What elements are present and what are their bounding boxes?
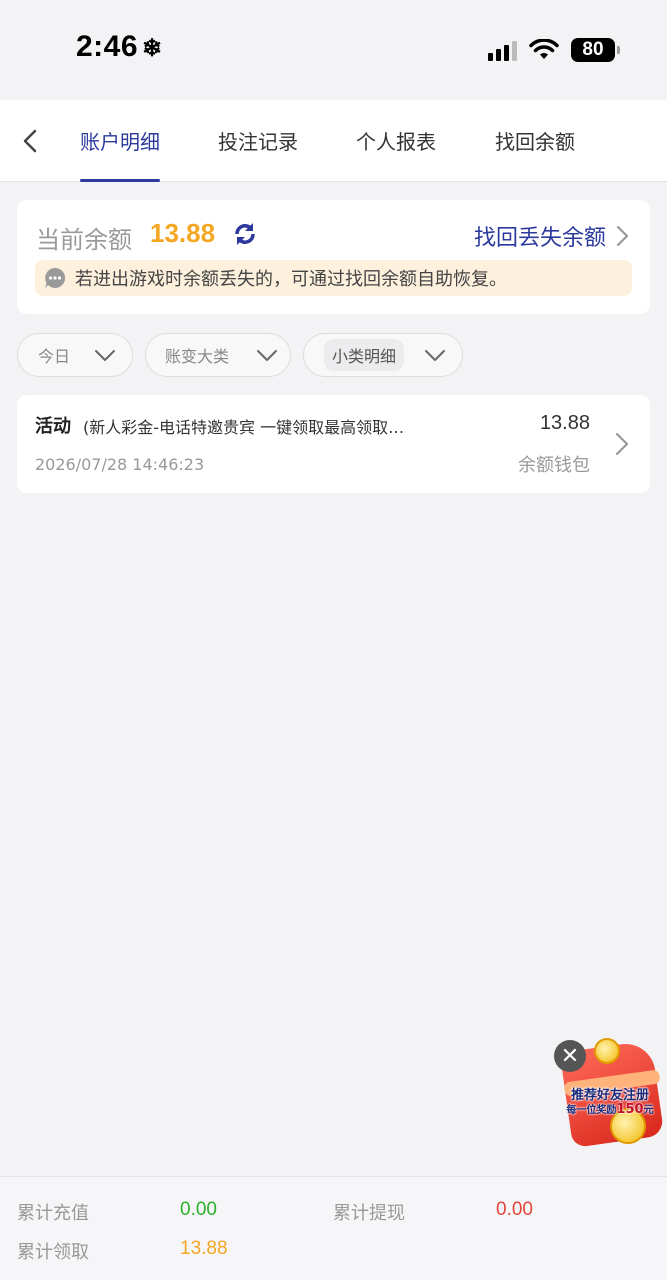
chevron-down-icon xyxy=(425,350,445,361)
list-item[interactable]: 活动 (新人彩金-电话特邀贵宾 一键领取最高领取最高 2026/07/28 14… xyxy=(17,395,650,493)
tab-personal-report[interactable]: 个人报表 xyxy=(356,126,436,182)
wifi-icon xyxy=(529,39,559,59)
status-icons: 80 xyxy=(488,36,620,64)
total-withdraw-label: 累计提现 xyxy=(333,1203,405,1224)
record-description: (新人彩金-电话特邀贵宾 一键领取最高领取最高 xyxy=(83,418,413,437)
chevron-down-icon xyxy=(257,350,277,361)
filter-date-label: 今日 xyxy=(38,347,71,366)
tab-bet-records[interactable]: 投注记录 xyxy=(218,126,298,182)
back-icon[interactable] xyxy=(16,126,46,156)
balance-card: 当前余额 13.88 找回丢失余额 若进出游戏时余额丢失的，可通过找回余额自助恢… xyxy=(17,200,650,314)
filter-date[interactable]: 今日 xyxy=(17,333,133,377)
total-claim-label: 累计领取 xyxy=(17,1242,89,1263)
recover-lost-balance-link[interactable]: 找回丢失余额 xyxy=(474,220,630,252)
notice-text: 若进出游戏时余额丢失的，可通过找回余额自助恢复。 xyxy=(75,269,507,290)
close-icon[interactable]: ✕ xyxy=(554,1040,586,1072)
snowflake-icon: ❄ xyxy=(142,35,163,62)
chevron-right-icon xyxy=(616,225,629,247)
cellular-signal-icon xyxy=(488,39,517,61)
tab-account-detail[interactable]: 账户明细 xyxy=(80,126,160,182)
total-claim-value: 13.88 xyxy=(180,1238,228,1259)
clock: 2:46 xyxy=(76,30,139,63)
total-withdraw-value: 0.00 xyxy=(496,1199,533,1220)
chevron-right-icon xyxy=(615,432,629,456)
filter-category-label: 账变大类 xyxy=(165,347,230,366)
record-type: 活动 xyxy=(35,416,71,437)
chevron-down-icon xyxy=(95,350,115,361)
promo-sub-suffix: 元 xyxy=(643,1105,654,1116)
status-time: 2:46 ❄ xyxy=(76,30,163,64)
record-time: 2026/07/28 14:46:23 xyxy=(35,455,205,474)
referral-promo-widget[interactable]: 推荐好友注册 每一位奖励150元 ✕ xyxy=(554,1038,665,1150)
filter-category[interactable]: 账变大类 xyxy=(145,333,291,377)
record-wallet: 余额钱包 xyxy=(518,455,590,476)
tab-bar: 账户明细 投注记录 个人报表 找回余额 xyxy=(0,100,667,182)
chat-bubble-icon xyxy=(45,267,66,288)
total-deposit-value: 0.00 xyxy=(180,1199,217,1220)
filter-subcategory-label: 小类明细 xyxy=(324,339,405,371)
promo-sub-prefix: 每一位奖励 xyxy=(566,1105,617,1116)
summary-footer: 累计充值 0.00 累计提现 0.00 累计领取 13.88 xyxy=(0,1176,667,1280)
filter-subcategory[interactable]: 小类明细 xyxy=(303,333,463,377)
notice-bar: 若进出游戏时余额丢失的，可通过找回余额自助恢复。 xyxy=(35,260,632,296)
promo-subtitle: 每一位奖励150元 xyxy=(560,1101,660,1117)
balance-label: 当前余额 xyxy=(36,226,132,254)
record-amount: 13.88 xyxy=(539,412,590,434)
balance-value: 13.88 xyxy=(150,218,216,248)
refresh-icon[interactable] xyxy=(231,220,259,248)
recover-link-label: 找回丢失余额 xyxy=(473,226,606,251)
coin-icon xyxy=(594,1038,620,1064)
battery-icon: 80 xyxy=(571,38,620,62)
total-deposit-label: 累计充值 xyxy=(17,1203,89,1224)
tab-recover-balance[interactable]: 找回余额 xyxy=(495,126,575,182)
status-bar: 2:46 ❄ 80 xyxy=(0,0,667,100)
promo-amount: 150 xyxy=(616,1102,644,1117)
